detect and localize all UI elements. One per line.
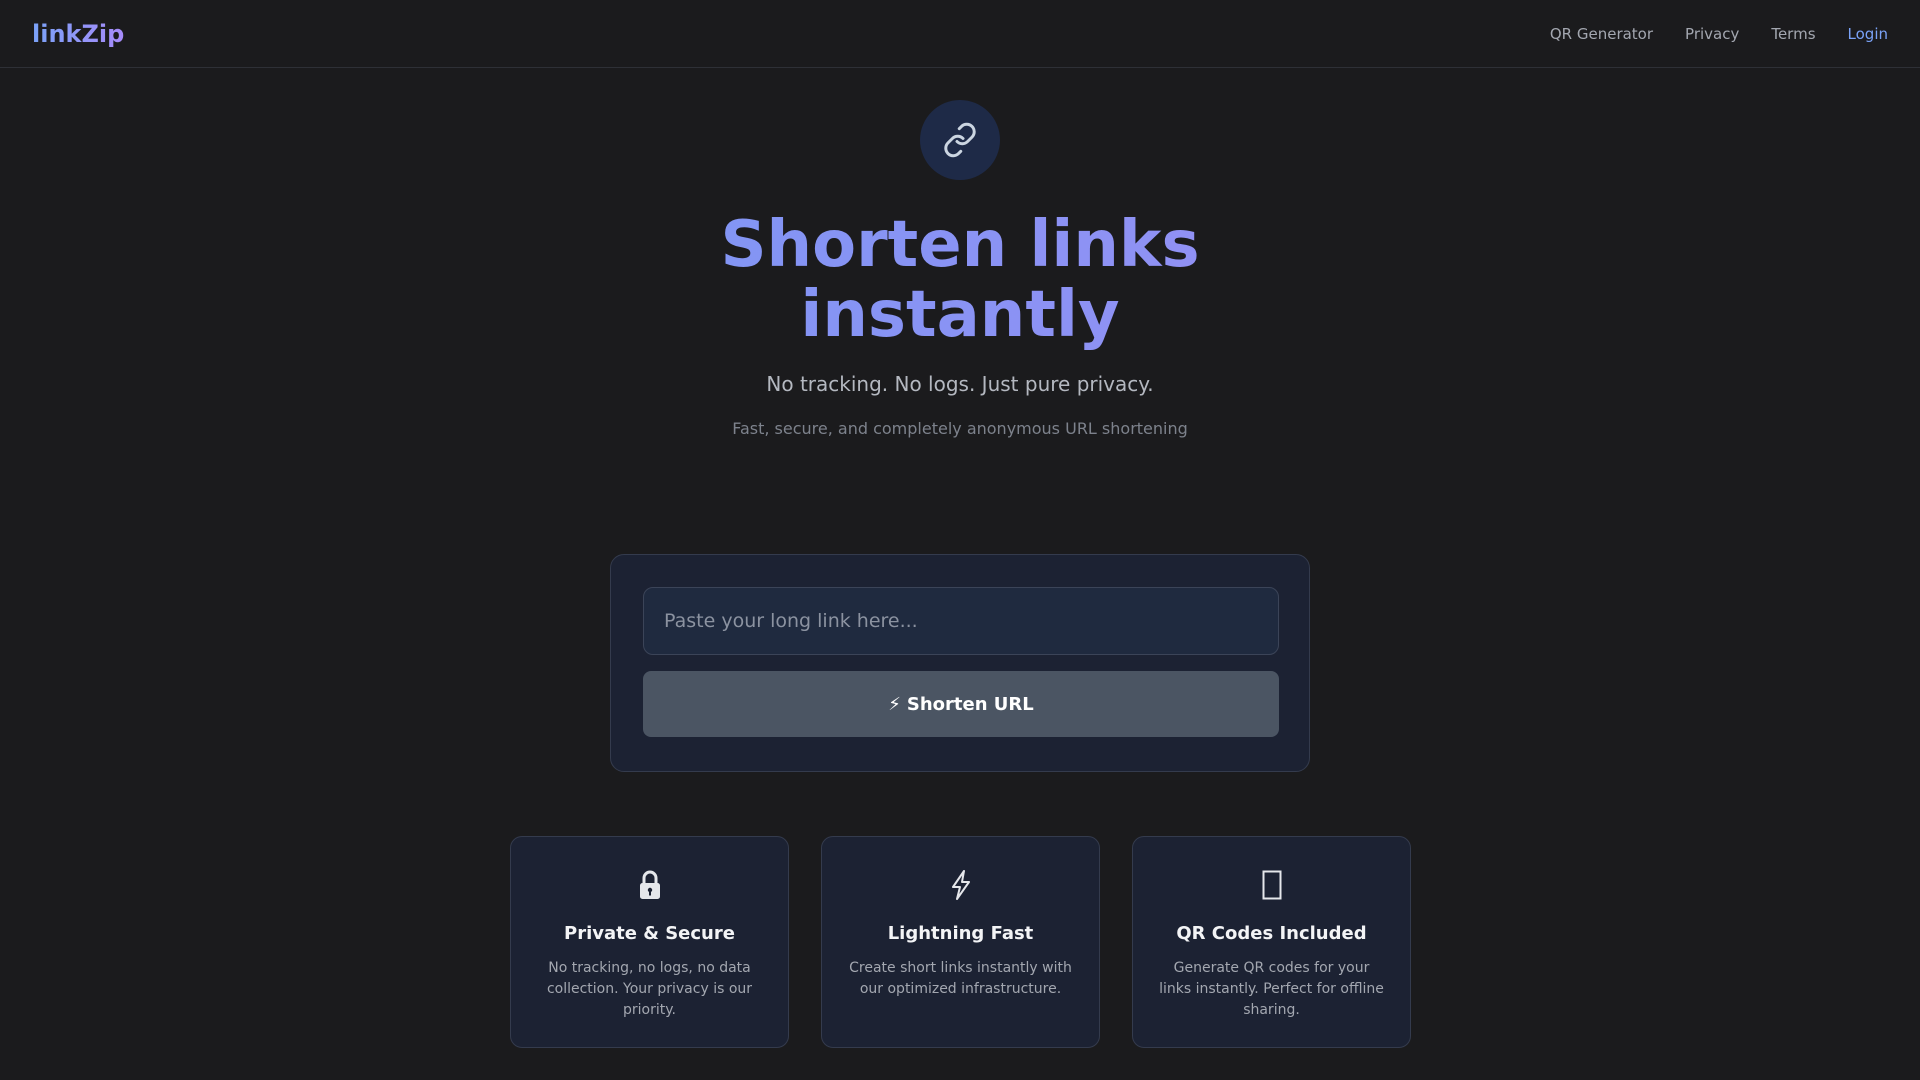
hero-subtitle: No tracking. No logs. Just pure privacy. (766, 372, 1154, 396)
hero-tagline: Fast, secure, and completely anonymous U… (732, 419, 1188, 438)
feature-card-qr: QR Codes Included Generate QR codes for … (1132, 836, 1411, 1048)
lightning-icon (951, 870, 970, 900)
lock-icon (639, 870, 660, 899)
app-logo[interactable]: linkZip (32, 20, 124, 48)
nav-privacy[interactable]: Privacy (1685, 25, 1739, 43)
qr-code-icon (1262, 870, 1281, 900)
lightning-icon: ⚡ (888, 693, 901, 715)
feature-description: Create short links instantly with our op… (849, 960, 1072, 997)
hero-link-icon-badge (920, 100, 1000, 180)
feature-title: Private & Secure (564, 923, 735, 944)
feature-card-private: Private & Secure No tracking, no logs, n… (510, 836, 789, 1048)
feature-cards: Private & Secure No tracking, no logs, n… (510, 836, 1411, 1048)
feature-title: Lightning Fast (887, 923, 1034, 944)
nav-qr-generator[interactable]: QR Generator (1550, 25, 1653, 43)
shorten-form-card: ⚡ Shorten URL (610, 554, 1310, 772)
feature-description: No tracking, no logs, no data collection… (546, 960, 753, 1018)
shorten-url-button[interactable]: ⚡ Shorten URL (643, 671, 1279, 737)
top-navbar: linkZip QR Generator Privacy Terms Login (0, 0, 1920, 68)
link-icon (944, 122, 976, 158)
long-url-input[interactable] (643, 587, 1279, 655)
feature-description: Generate QR codes for your links instant… (1159, 960, 1384, 1018)
nav-terms[interactable]: Terms (1771, 25, 1815, 43)
main-nav: QR Generator Privacy Terms Login (1550, 25, 1888, 43)
hero-title: Shorten links instantly (0, 210, 1920, 350)
nav-login[interactable]: Login (1848, 25, 1888, 43)
hero-title-text: Shorten links instantly (720, 208, 1200, 352)
shorten-url-button-label: Shorten URL (906, 693, 1034, 715)
feature-card-fast: Lightning Fast Create short links instan… (821, 836, 1100, 1048)
feature-title: QR Codes Included (1176, 923, 1367, 944)
